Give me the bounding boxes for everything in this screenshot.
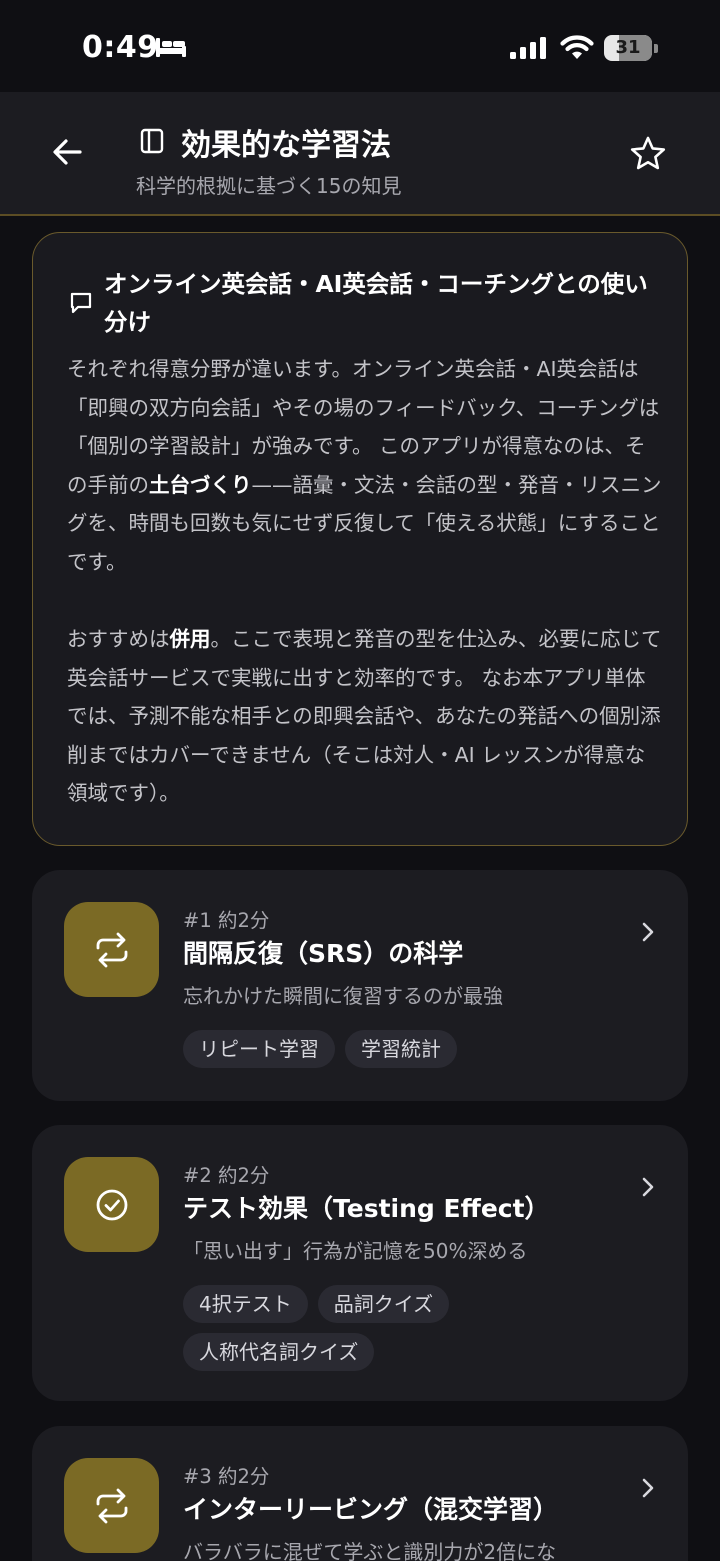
book-icon [140, 128, 164, 154]
card-paragraph-2: おすすめは併用。ここで表現と発音の型を仕込み、必要に応じて英会話サービスで実戦に… [67, 627, 662, 806]
lesson-description: バラバラに混ぜて学ぶと識別力が2倍にな [183, 1540, 557, 1561]
lesson-card[interactable]: #3 約2分 インターリービング（混交学習） バラバラに混ぜて学ぶと識別力が2倍… [32, 1426, 688, 1561]
lesson-description: 忘れかけた瞬間に復習するのが最強 [183, 984, 503, 1008]
lesson-meta: #1 約2分 [183, 909, 270, 932]
chevron-right-icon [642, 1478, 654, 1498]
page-title: 効果的な学習法 [181, 128, 391, 163]
lesson-tags: リピート学習 学習統計 [183, 1030, 623, 1068]
lesson-icon-tile [64, 902, 159, 997]
tag-chip: リピート学習 [183, 1030, 335, 1068]
lesson-tags: 4択テスト 品詞クイズ 人称代名詞クイズ [183, 1285, 623, 1371]
tag-chip: 人称代名詞クイズ [183, 1333, 375, 1371]
lesson-title: インターリービング（混交学習） [183, 1495, 559, 1524]
check-circle-icon [96, 1189, 128, 1221]
tag-chip: 学習統計 [345, 1030, 457, 1068]
page-subtitle: 科学的根拠に基づく15の知見 [136, 174, 402, 198]
bed-icon [156, 38, 186, 57]
lesson-icon-tile [64, 1458, 159, 1553]
lesson-description: 「思い出す」行為が記憶を50%深める [183, 1239, 528, 1263]
lesson-card[interactable]: #2 約2分 テスト効果（Testing Effect） 「思い出す」行為が記憶… [32, 1125, 688, 1401]
card-heading: オンライン英会話・AI英会話・コーチングとの使い分け [104, 270, 648, 336]
cellular-signal-icon [510, 37, 546, 59]
wifi-icon [560, 35, 594, 59]
repeat-icon [96, 932, 128, 968]
header: 効果的な学習法 科学的根拠に基づく15の知見 [0, 92, 720, 216]
chevron-right-icon [642, 922, 654, 942]
lesson-meta: #2 約2分 [183, 1164, 270, 1187]
battery-level: 31 [615, 37, 641, 58]
arrow-left-icon[interactable] [46, 130, 90, 174]
status-time: 0:49 [82, 30, 159, 65]
lesson-title: テスト効果（Testing Effect） [183, 1194, 550, 1223]
lesson-card[interactable]: #1 約2分 間隔反復（SRS）の科学 忘れかけた瞬間に復習するのが最強 リピー… [32, 870, 688, 1101]
chat-bubble-icon [70, 292, 92, 314]
lesson-meta: #3 約2分 [183, 1465, 270, 1488]
status-bar: 0:49 31 [0, 0, 720, 92]
usage-guide-card: オンライン英会話・AI英会話・コーチングとの使い分け それぞれ得意分野が違います… [32, 232, 688, 846]
repeat-icon [96, 1488, 128, 1524]
star-icon[interactable] [628, 134, 668, 174]
battery-indicator: 31 [604, 35, 658, 61]
tag-chip: 品詞クイズ [317, 1285, 450, 1323]
lesson-icon-tile [64, 1157, 159, 1252]
card-paragraph-1: それぞれ得意分野が違います。オンライン英会話・AI英会話は「即興の双方向会話」や… [67, 357, 662, 574]
tag-chip: 4択テスト [183, 1285, 308, 1323]
chevron-right-icon [642, 1177, 654, 1197]
lesson-title: 間隔反復（SRS）の科学 [183, 939, 464, 968]
